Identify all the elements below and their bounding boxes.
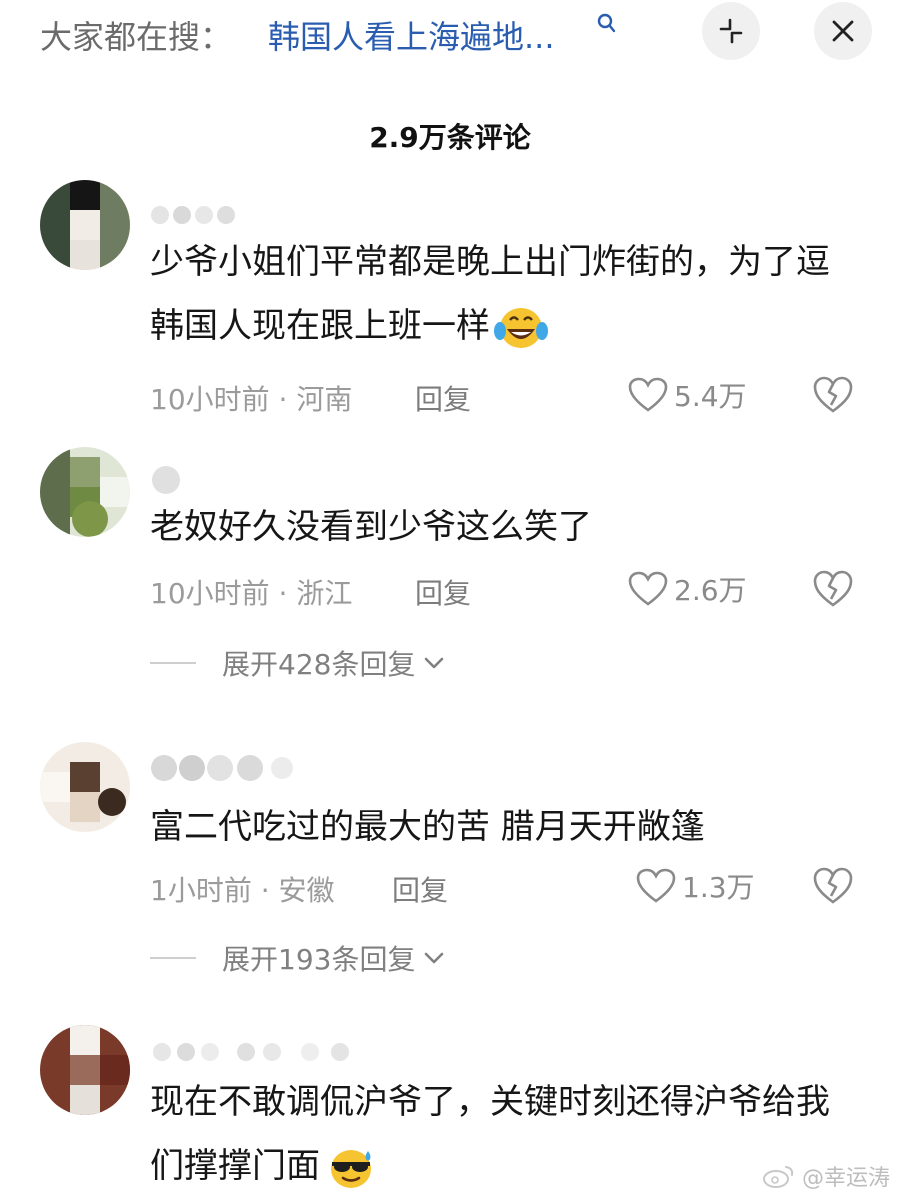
avatar[interactable] <box>40 1025 130 1115</box>
like-button[interactable]: 5.4万 <box>628 375 747 415</box>
reply-button[interactable]: 回复 <box>415 572 471 612</box>
heart-outline-icon <box>628 571 668 606</box>
username-redacted[interactable] <box>150 752 310 782</box>
close-button[interactable] <box>814 2 872 60</box>
comment-text: 现在不敢调侃沪爷了，关键时刻还得沪爷给我们撑撑门面 <box>150 1070 850 1198</box>
like-count: 1.3万 <box>682 871 755 904</box>
compress-icon <box>719 18 743 44</box>
expand-replies-label: 展开428条回复 <box>222 648 416 681</box>
sunglasses-sweat-emoji <box>331 1149 371 1188</box>
broken-heart-icon[interactable] <box>812 569 854 609</box>
chevron-down-icon <box>425 952 444 964</box>
comment-text: 少爷小姐们平常都是晚上出门炸街的，为了逗韩国人现在跟上班一样 <box>150 230 850 358</box>
like-count: 5.4万 <box>674 380 747 413</box>
heart-outline-icon <box>636 868 676 903</box>
broken-heart-icon[interactable] <box>812 866 854 906</box>
username-redacted[interactable] <box>150 200 250 230</box>
tears-of-joy-emoji <box>494 307 548 348</box>
top-bar: 大家都在搜： 韩国人看上海遍地... <box>0 0 900 70</box>
avatar[interactable] <box>40 447 130 537</box>
search-prefix: 大家都在搜： <box>40 18 233 56</box>
comment-text: 富二代吃过的最大的苦 腊月天开敞篷 <box>150 807 705 847</box>
expand-replies-label: 展开193条回复 <box>222 943 416 976</box>
heart-outline-icon <box>628 377 668 412</box>
avatar[interactable] <box>40 180 130 270</box>
comment-text: 老奴好久没看到少爷这么笑了 <box>150 507 592 547</box>
avatar[interactable] <box>40 742 130 832</box>
like-count: 2.6万 <box>674 574 747 607</box>
expand-replies-button[interactable]: 展开428条回复 <box>150 643 445 683</box>
comment-meta: 10小时前 · 河南 <box>150 383 353 416</box>
weibo-watermark: @幸运涛 <box>762 1160 890 1192</box>
broken-heart-icon[interactable] <box>812 375 854 415</box>
reply-button[interactable]: 回复 <box>415 378 471 418</box>
compress-button[interactable] <box>702 2 760 60</box>
search-icon[interactable] <box>596 12 616 36</box>
username-redacted[interactable] <box>150 465 190 495</box>
weibo-icon <box>763 1166 794 1188</box>
like-button[interactable]: 1.3万 <box>636 866 755 906</box>
username-redacted[interactable] <box>150 1037 360 1067</box>
comment-meta: 10小时前 · 浙江 <box>150 577 353 610</box>
reply-button[interactable]: 回复 <box>392 869 448 909</box>
comment-meta: 1小时前 · 安徽 <box>150 874 335 907</box>
comment-count-title: 2.9万条评论 <box>369 121 531 154</box>
divider <box>150 957 196 959</box>
chevron-down-icon <box>425 657 444 669</box>
search-query-link[interactable]: 韩国人看上海遍地... <box>268 12 555 58</box>
watermark-text: @幸运涛 <box>802 1166 891 1191</box>
close-icon <box>832 20 854 42</box>
like-button[interactable]: 2.6万 <box>628 569 747 609</box>
divider <box>150 662 196 664</box>
comments-screen: 大家都在搜： 韩国人看上海遍地... 2.9万条评论 少爷小姐们平常都是晚上出门… <box>0 0 900 1200</box>
expand-replies-button[interactable]: 展开193条回复 <box>150 938 445 978</box>
